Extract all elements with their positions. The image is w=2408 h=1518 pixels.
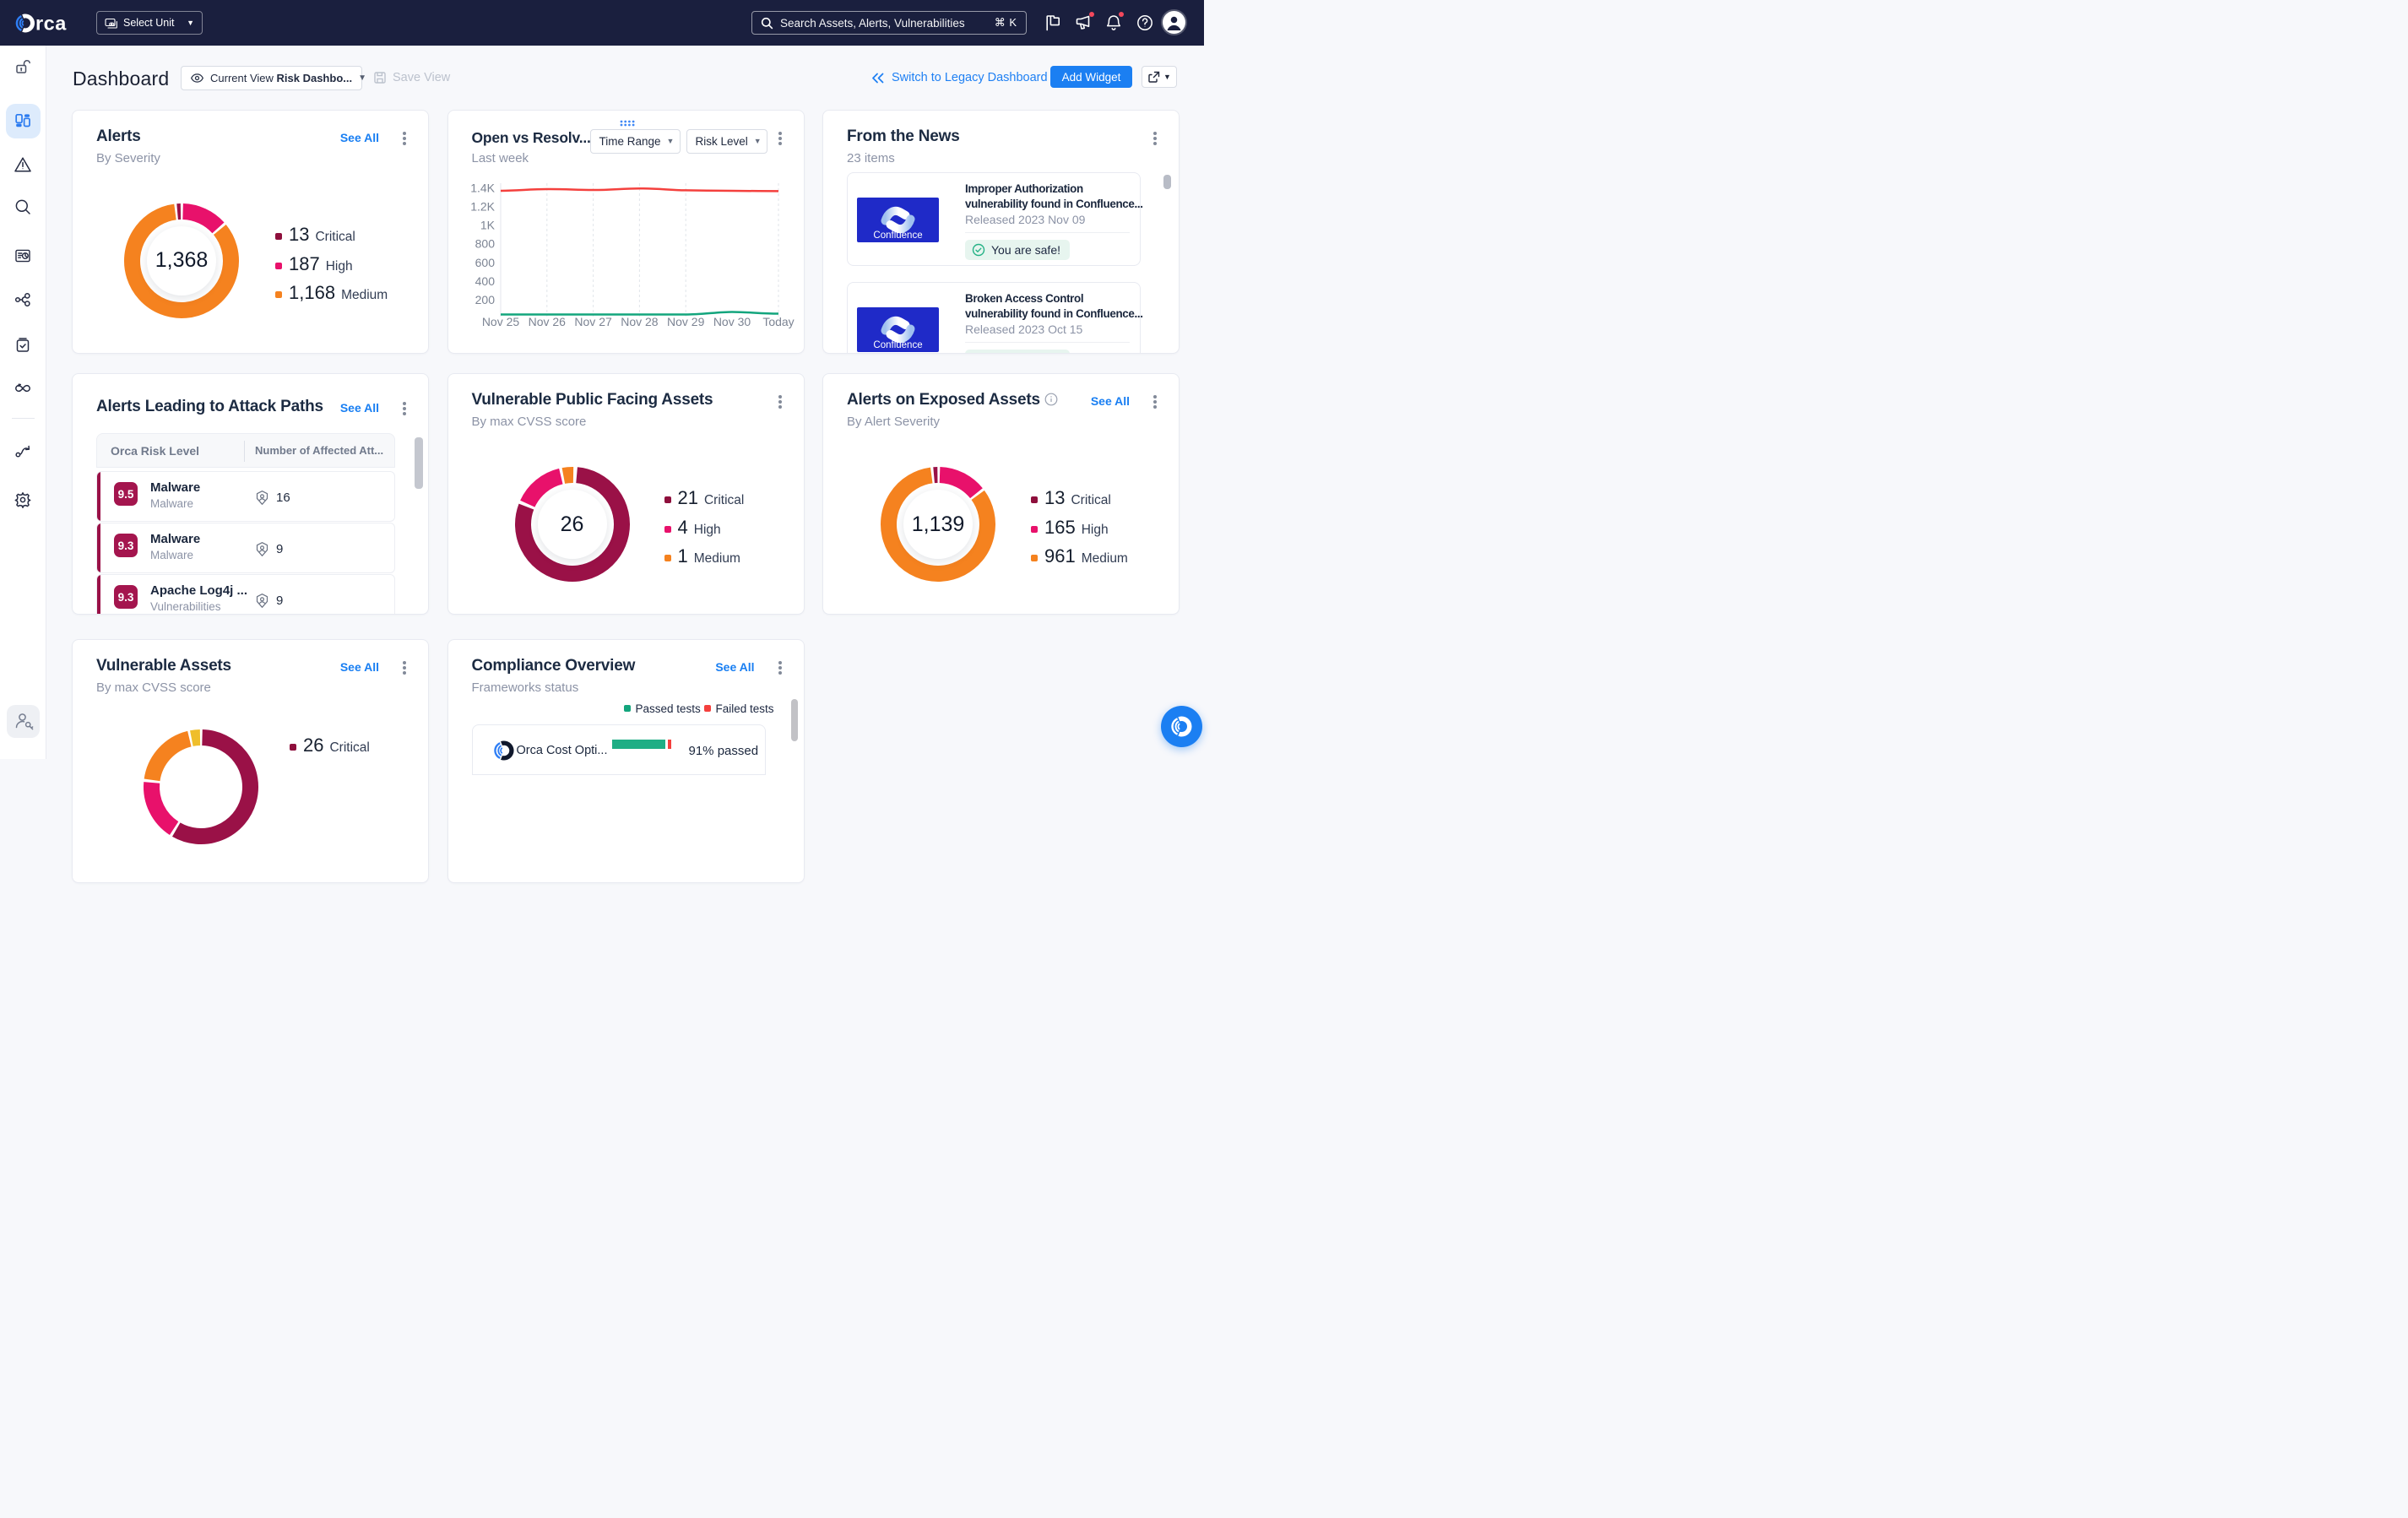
svg-text:200: 200 [475, 293, 495, 306]
svg-text:Nov 29: Nov 29 [667, 315, 705, 328]
svg-text:Confluence: Confluence [873, 230, 922, 241]
svg-text:1.2K: 1.2K [470, 199, 495, 213]
svg-text:Today: Today [762, 315, 794, 328]
svg-text:Nov 25: Nov 25 [481, 315, 519, 328]
svg-text:600: 600 [475, 255, 495, 268]
svg-text:800: 800 [475, 236, 495, 250]
svg-text:400: 400 [475, 274, 495, 287]
svg-text:Nov 30: Nov 30 [713, 315, 751, 328]
svg-text:1.4K: 1.4K [470, 181, 495, 194]
svg-text:Confluence: Confluence [873, 340, 922, 350]
svg-text:Nov 28: Nov 28 [621, 315, 659, 328]
svg-text:Nov 26: Nov 26 [528, 315, 566, 328]
svg-text:rca: rca [35, 13, 67, 34]
svg-text:Nov 27: Nov 27 [574, 315, 612, 328]
svg-text:1K: 1K [480, 218, 495, 231]
